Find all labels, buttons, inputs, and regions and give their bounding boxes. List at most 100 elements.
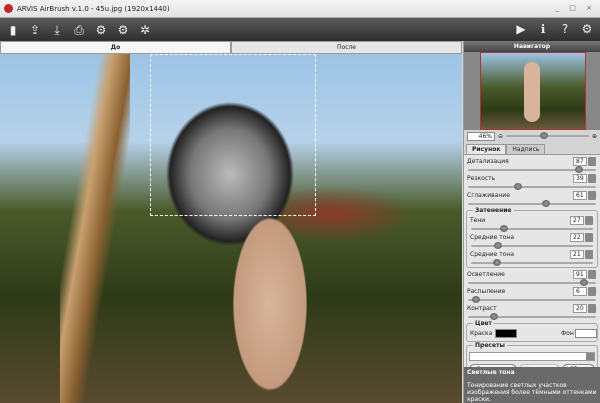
airbrush-icon: ▮: [9, 22, 17, 37]
slider[interactable]: [468, 183, 596, 190]
slider-value-input[interactable]: 27: [570, 216, 584, 225]
zoom-input[interactable]: 46%: [467, 131, 495, 141]
slider-label: Тени: [470, 217, 486, 224]
slider[interactable]: [468, 166, 596, 173]
slider-row: Резкость 39: [466, 173, 598, 190]
slider-row: Средние тона 21: [469, 249, 595, 266]
slider-knob[interactable]: [471, 296, 480, 303]
app-logo-icon: [4, 4, 13, 13]
spinner-icon[interactable]: [588, 191, 596, 200]
spinner-icon[interactable]: [585, 216, 593, 225]
slider-track: [468, 186, 596, 188]
slider[interactable]: [468, 279, 596, 286]
slider-value-input[interactable]: 20: [573, 304, 587, 313]
spinner-icon[interactable]: [588, 287, 596, 296]
paint-color-swatch[interactable]: [495, 329, 517, 338]
slider-knob[interactable]: [542, 200, 551, 207]
slider-knob[interactable]: [499, 225, 508, 232]
help-icon[interactable]: ?: [556, 21, 574, 37]
chevron-down-icon[interactable]: [586, 353, 594, 360]
info-text: Тонирование светлых участков изображения…: [467, 382, 597, 403]
slider-value-input[interactable]: 6: [573, 287, 587, 296]
darkening-group: Затенение Тени 27 Средние тона 22 Средни…: [466, 207, 598, 268]
spinner-icon[interactable]: [585, 250, 593, 259]
print-icon[interactable]: ⎙: [70, 22, 88, 38]
slider[interactable]: [471, 259, 593, 266]
tab-caption[interactable]: Надпись: [506, 144, 546, 154]
spinner-icon[interactable]: [588, 174, 596, 183]
zoom-in-icon[interactable]: ⊕: [592, 133, 597, 140]
settings-icon[interactable]: ⚙: [578, 21, 596, 37]
slider-track: [468, 203, 596, 205]
slider-row: Средние тона 22: [469, 232, 595, 249]
slider-value-input[interactable]: 22: [570, 233, 584, 242]
slider-row: Распыление 6: [466, 286, 598, 303]
slider-knob[interactable]: [580, 279, 589, 286]
slider-track: [471, 245, 593, 247]
export-settings-icon[interactable]: ⚙: [92, 22, 110, 38]
window-title: ARVIS AirBrush v.1.0 - 45u.jpg (1920x144…: [17, 4, 170, 13]
batch-settings-icon[interactable]: ✲: [136, 22, 154, 38]
slider-knob[interactable]: [493, 242, 502, 249]
image-canvas[interactable]: [0, 54, 462, 403]
tab-after[interactable]: После: [231, 41, 462, 54]
navigator-title: Навигатор: [464, 41, 600, 52]
tab-drawing[interactable]: Рисунок: [466, 144, 507, 154]
slider-label: Средние тона: [470, 251, 515, 258]
slider-value-input[interactable]: 61: [573, 191, 587, 200]
spinner-icon[interactable]: [588, 304, 596, 313]
background-label: Фон: [561, 330, 574, 337]
slider-knob[interactable]: [489, 313, 498, 320]
slider-value-input[interactable]: 39: [573, 174, 587, 183]
presets-dropdown[interactable]: [469, 352, 595, 361]
slider-track: [468, 282, 596, 284]
right-panel: Навигатор 46% ⊖ ⊕ Рисунок Надпись Детали…: [463, 41, 600, 403]
slider[interactable]: [471, 242, 593, 249]
slider[interactable]: [468, 200, 596, 207]
save-icon[interactable]: ⤓: [48, 22, 66, 38]
slider[interactable]: [471, 225, 593, 232]
slider-knob[interactable]: [575, 166, 584, 173]
slider-track: [468, 299, 596, 301]
spinner-icon[interactable]: [585, 233, 593, 242]
toolbar: ▮ ⇪ ⤓ ⎙ ⚙ ⚙ ✲ ▶ ℹ ? ⚙: [0, 18, 600, 41]
zoom-slider[interactable]: [506, 132, 589, 139]
slider-row: Детализация 87: [466, 156, 598, 173]
slider-knob[interactable]: [492, 259, 501, 266]
view-tabs: До После: [0, 41, 462, 54]
import-settings-icon[interactable]: ⚙: [114, 22, 132, 38]
open-icon[interactable]: ⇪: [26, 22, 44, 38]
slider-value-input[interactable]: 21: [570, 250, 584, 259]
color-group: Цвет Краска Фон: [466, 320, 598, 342]
info-icon[interactable]: ℹ: [534, 21, 552, 37]
paint-label: Краска: [470, 330, 493, 337]
slider-label: Детализация: [467, 158, 509, 165]
zoom-out-icon[interactable]: ⊖: [498, 133, 503, 140]
background-color-swatch[interactable]: [575, 329, 597, 338]
info-box: Светлые тона Тонирование светлых участко…: [464, 367, 600, 403]
tab-before[interactable]: До: [0, 41, 231, 54]
info-title: Светлые тона: [467, 369, 515, 376]
darkening-title: Затенение: [473, 207, 514, 214]
title-bar: ARVIS AirBrush v.1.0 - 45u.jpg (1920x144…: [0, 0, 600, 18]
slider[interactable]: [468, 296, 596, 303]
slider-knob[interactable]: [513, 183, 522, 190]
spinner-icon[interactable]: [588, 270, 596, 279]
slider-row: Сглаживание 61: [466, 190, 598, 207]
photo-trunk: [60, 54, 130, 403]
color-title: Цвет: [473, 320, 494, 327]
slider-label: Контраст: [467, 305, 497, 312]
slider-label: Распыление: [467, 288, 506, 295]
slider-value-input[interactable]: 91: [573, 270, 587, 279]
spinner-icon[interactable]: [588, 157, 596, 166]
slider[interactable]: [468, 313, 596, 320]
slider-label: Резкость: [467, 175, 496, 182]
window-controls[interactable]: _ □ ×: [556, 4, 596, 12]
preview-selection[interactable]: [150, 54, 316, 216]
slider-value-input[interactable]: 87: [573, 157, 587, 166]
play-icon[interactable]: ▶: [512, 21, 530, 37]
slider-label: Осветление: [467, 271, 505, 278]
slider-label: Средние тона: [470, 234, 515, 241]
navigator-thumbnail[interactable]: [464, 52, 600, 130]
presets-title: Пресеты: [473, 342, 507, 349]
